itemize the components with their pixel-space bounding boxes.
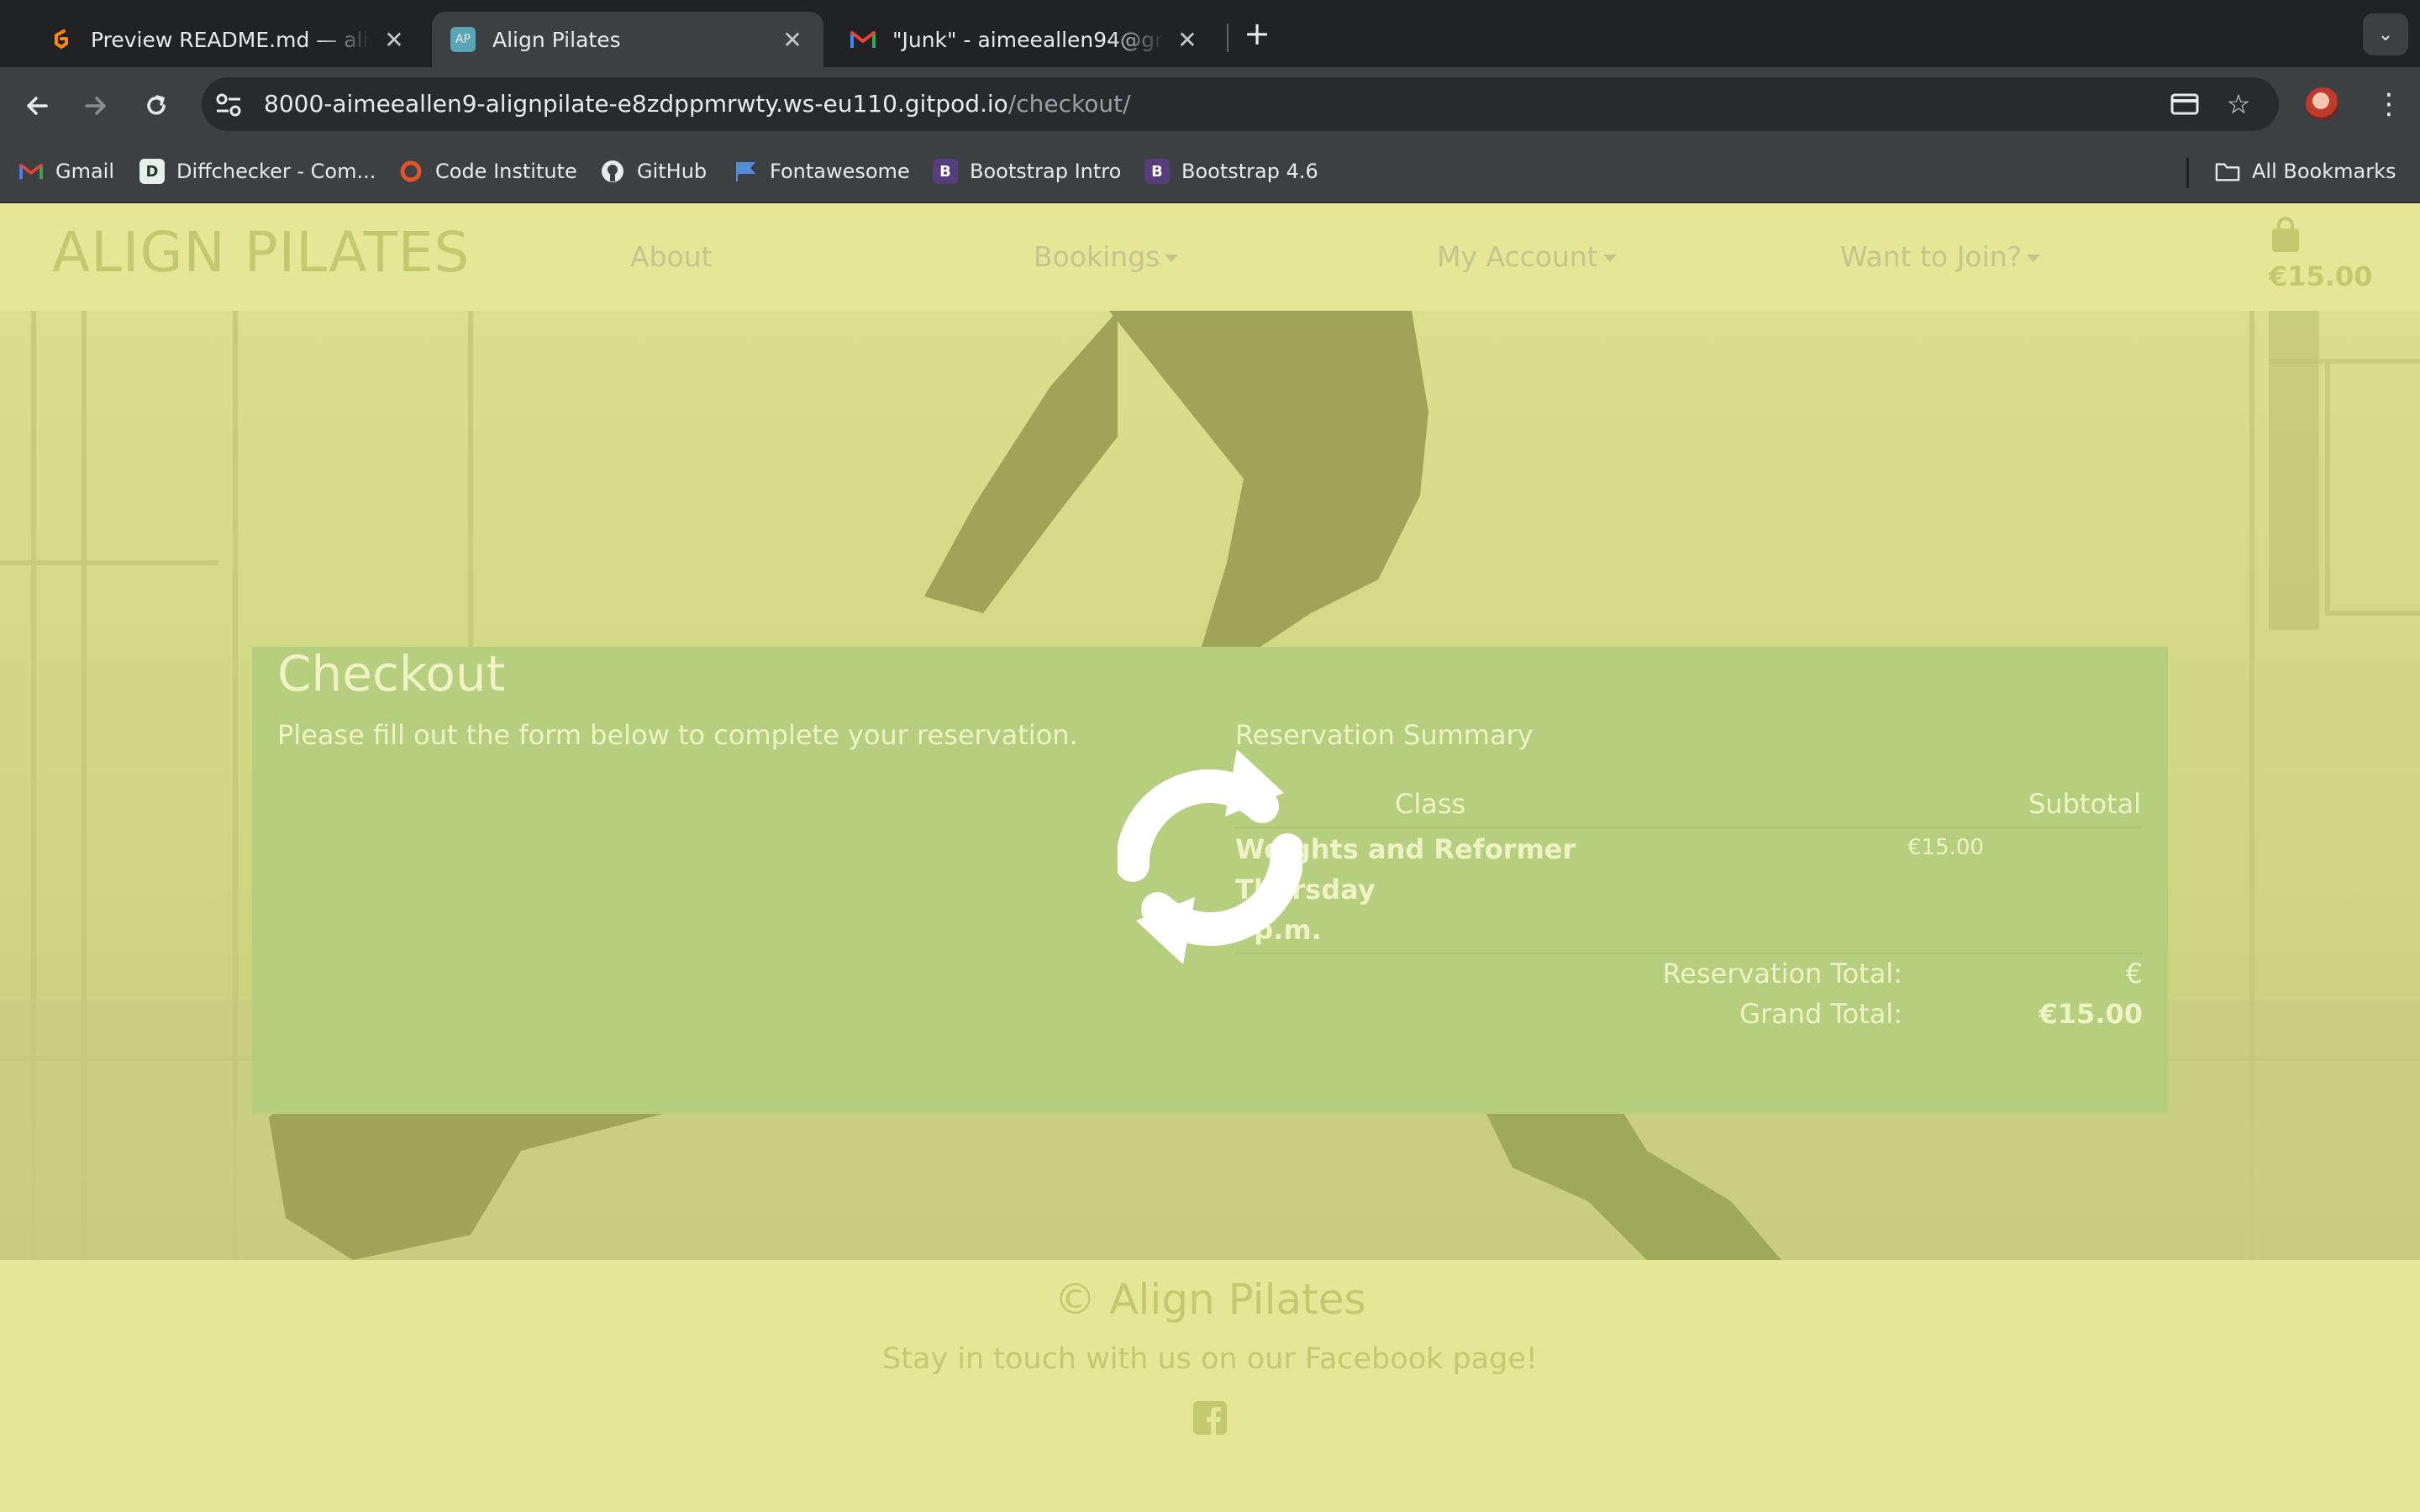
shopping-bag-icon[interactable] [2269, 217, 2302, 254]
bookmark-github[interactable]: GitHub [600, 156, 707, 186]
bookmark-label: Bootstrap Intro [970, 160, 1122, 183]
back-button[interactable] [18, 87, 55, 124]
gmail-icon [850, 27, 876, 52]
arrow-right-icon [85, 97, 106, 115]
nav-want-to-join[interactable]: Want to Join? [1840, 240, 2041, 273]
bookmark-label: Gmail [55, 160, 115, 183]
bootstrap-icon: B [933, 159, 958, 184]
ap-favicon: AP [450, 27, 476, 52]
reservation-total-label: Reservation Total: [1662, 958, 1902, 990]
url-text[interactable]: 8000-aimeeallen9-alignpilate-e8zdppmrwty… [264, 90, 1131, 118]
nav-bookings-label: Bookings [1034, 240, 1160, 273]
checkout-title: Checkout [277, 645, 506, 702]
fontawesome-flag-icon [733, 159, 758, 184]
forward-button[interactable] [77, 87, 114, 124]
bookmarks-separator [2186, 158, 2189, 188]
footer-message: Stay in touch with us on our Facebook pa… [882, 1342, 1538, 1376]
bookmark-label: Code Institute [435, 160, 577, 183]
bookmark-bootstrap-intro[interactable]: B Bootstrap Intro [933, 156, 1121, 186]
chevron-down-icon: ⌄ [2377, 24, 2394, 45]
gitpod-icon [49, 27, 74, 52]
close-icon[interactable]: ✕ [381, 26, 407, 54]
site-logo[interactable]: ALIGN PILATES [52, 220, 470, 285]
close-icon[interactable]: ✕ [780, 26, 805, 54]
code-institute-icon [398, 159, 424, 184]
footer-copyright: © Align Pilates [1054, 1275, 1366, 1324]
folder-icon [2215, 159, 2240, 184]
summary-divider [1235, 827, 2143, 828]
bookmark-label: Bootstrap 4.6 [1181, 160, 1318, 183]
card-icon[interactable] [2168, 87, 2202, 121]
menu-icon[interactable]: ⋮ [2375, 84, 2403, 124]
bookmark-gmail[interactable]: Gmail [18, 156, 114, 186]
tab-gmail-junk[interactable]: "Junk" - aimeeallen94@gmail.com ✕ [832, 12, 1218, 67]
all-bookmarks-button[interactable]: All Bookmarks [2215, 156, 2396, 186]
summary-divider [1235, 953, 2143, 954]
tab-title: "Junk" - aimeeallen94@gmail.com [892, 27, 1165, 52]
nav-about[interactable]: About [630, 240, 713, 273]
bookmark-label: GitHub [637, 160, 708, 183]
caret-down-icon [2027, 255, 2041, 262]
grand-total-label: Grand Total: [1739, 998, 1902, 1030]
tab-search-button[interactable]: ⌄ [2363, 13, 2408, 55]
bookmark-diffchecker[interactable]: D Diffchecker - Com... [139, 156, 376, 186]
url-host: 8000-aimeeallen9-alignpilate-e8zdppmrwty… [264, 90, 1008, 118]
nav-join-label: Want to Join? [1840, 240, 2023, 273]
nav-bookings[interactable]: Bookings [1034, 240, 1179, 273]
tab-separator [1227, 24, 1228, 52]
site-info-icon[interactable] [215, 92, 242, 118]
caret-down-icon [1602, 255, 1617, 262]
bookmark-label: Diffchecker - Com... [176, 160, 376, 183]
avatar[interactable] [2306, 87, 2339, 121]
sync-spinner-icon [1118, 749, 1302, 964]
nav-my-account[interactable]: My Account [1437, 240, 1617, 273]
facebook-icon[interactable] [1193, 1401, 1227, 1435]
bookmark-bootstrap-46[interactable]: B Bootstrap 4.6 [1144, 156, 1318, 186]
gmail-icon [18, 159, 44, 184]
tab-readme-preview[interactable]: Preview README.md — alignpilates ✕ [30, 12, 425, 67]
url-path: /checkout/ [1007, 90, 1131, 118]
bookmark-code-institute[interactable]: Code Institute [398, 156, 577, 186]
bookmark-fontawesome[interactable]: Fontawesome [733, 156, 910, 186]
grand-total-value: €15.00 [2039, 998, 2143, 1030]
item-subtotal: €15.00 [1907, 835, 1984, 860]
diffchecker-icon: D [139, 159, 165, 184]
star-icon[interactable]: ☆ [2222, 87, 2255, 121]
cart-total[interactable]: €15.00 [2269, 260, 2372, 292]
column-header-subtotal: Subtotal [2028, 788, 2142, 820]
bookmark-label: Fontawesome [770, 160, 910, 183]
bootstrap-icon: B [1144, 159, 1170, 184]
close-icon[interactable]: ✕ [1175, 26, 1200, 54]
tab-align-pilates[interactable]: AP Align Pilates ✕ [432, 12, 823, 67]
caret-down-icon [1165, 255, 1179, 262]
nav-my-account-label: My Account [1437, 240, 1598, 273]
tab-title: Preview README.md — alignpilates [91, 27, 371, 52]
column-header-class: Class [1395, 788, 1466, 820]
tab-title: Align Pilates [492, 27, 621, 52]
reservation-total-value: € [2125, 958, 2143, 990]
bookmark-label: All Bookmarks [2252, 160, 2396, 183]
reload-icon [147, 95, 166, 115]
checkout-subtitle: Please fill out the form below to comple… [277, 719, 1078, 751]
arrow-left-icon [27, 97, 48, 115]
github-icon [600, 159, 625, 184]
new-tab-button[interactable]: + [1240, 15, 1274, 52]
reload-button[interactable] [138, 87, 175, 124]
